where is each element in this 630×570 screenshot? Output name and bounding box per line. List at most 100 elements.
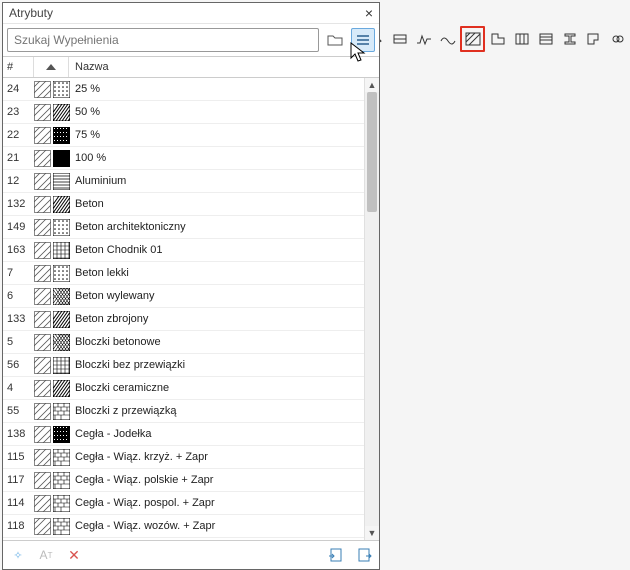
toolbar-btn-ibeam[interactable] bbox=[558, 27, 581, 51]
row-id: 12 bbox=[3, 175, 33, 187]
row-name: Beton architektoniczny bbox=[71, 221, 365, 233]
column-sort[interactable] bbox=[34, 57, 69, 77]
list-item[interactable]: 133 Beton zbrojony bbox=[3, 308, 365, 331]
folder-icon[interactable] bbox=[323, 28, 347, 52]
list-item[interactable]: 118 Cegła - Wiąz. wozów. + Zapr bbox=[3, 515, 365, 538]
scroll-down-icon[interactable]: ▼ bbox=[365, 526, 379, 540]
row-name: Bloczki z przewiązką bbox=[71, 405, 365, 417]
row-id: 133 bbox=[3, 313, 33, 325]
column-header: # Nazwa bbox=[3, 57, 379, 78]
row-name: Beton lekki bbox=[71, 267, 365, 279]
list-item[interactable]: 117 Cegła - Wiąz. polskie + Zapr bbox=[3, 469, 365, 492]
row-id: 114 bbox=[3, 497, 33, 509]
hatch-type-icon bbox=[34, 173, 51, 190]
row-id: 24 bbox=[3, 83, 33, 95]
toolbar-btn-link[interactable] bbox=[606, 27, 629, 51]
toolbar-btn-composite[interactable] bbox=[510, 27, 533, 51]
row-name: Beton zbrojony bbox=[71, 313, 365, 325]
fill-swatch-icon bbox=[53, 518, 70, 535]
row-name: Bloczki ceramiczne bbox=[71, 382, 365, 394]
attributes-panel: Atrybuty × # Nazwa 2425 %2350 %2275 %211… bbox=[2, 2, 380, 570]
list-item[interactable]: 149Beton architektoniczny bbox=[3, 216, 365, 239]
list-item[interactable]: 6Beton wylewany bbox=[3, 285, 365, 308]
list-item[interactable]: 132Beton bbox=[3, 193, 365, 216]
toolbar-btn-hatch[interactable] bbox=[460, 26, 485, 52]
close-icon[interactable]: × bbox=[365, 3, 373, 23]
fill-swatch-icon bbox=[53, 219, 70, 236]
list-item[interactable]: 5Bloczki betonowe bbox=[3, 331, 365, 354]
hatch-type-icon bbox=[34, 219, 51, 236]
hatch-type-icon bbox=[34, 449, 51, 466]
rename-icon[interactable]: AT bbox=[37, 546, 55, 564]
list-item[interactable]: 21100 % bbox=[3, 147, 365, 170]
column-name[interactable]: Nazwa bbox=[69, 57, 379, 77]
scroll-thumb[interactable] bbox=[367, 92, 377, 212]
import-icon[interactable] bbox=[327, 546, 345, 564]
toolbar-btn-pen[interactable] bbox=[388, 27, 411, 51]
delete-icon[interactable]: ✕ bbox=[65, 546, 83, 564]
hatch-type-icon bbox=[34, 311, 51, 328]
fill-swatch-icon bbox=[53, 173, 70, 190]
list-item[interactable]: 141Cegła - Wiązanie flamandzkie - 10.16/… bbox=[3, 538, 365, 540]
column-id[interactable]: # bbox=[3, 57, 34, 77]
row-id: 7 bbox=[3, 267, 33, 279]
list-item[interactable]: 7 Beton lekki bbox=[3, 262, 365, 285]
toolbar-btn-stack[interactable] bbox=[534, 27, 557, 51]
fill-swatch-icon bbox=[53, 127, 70, 144]
search-input[interactable] bbox=[7, 28, 319, 52]
panel-footer: ✧ AT ✕ bbox=[3, 540, 379, 569]
fill-swatch-icon bbox=[53, 357, 70, 374]
hatch-type-icon bbox=[34, 150, 51, 167]
toolbar-btn-wave[interactable] bbox=[436, 27, 459, 51]
panel-title-text: Atrybuty bbox=[9, 3, 53, 23]
list-item[interactable]: 2350 % bbox=[3, 101, 365, 124]
hatch-type-icon bbox=[34, 403, 51, 420]
list-item[interactable]: 12Aluminium bbox=[3, 170, 365, 193]
row-id: 5 bbox=[3, 336, 33, 348]
fill-swatch-icon bbox=[53, 150, 70, 167]
hatch-type-icon bbox=[34, 380, 51, 397]
row-id: 55 bbox=[3, 405, 33, 417]
fill-swatch-icon bbox=[53, 426, 70, 443]
row-name: 25 % bbox=[71, 83, 365, 95]
fill-swatch-icon bbox=[53, 242, 70, 259]
toolbar-btn-layers[interactable] bbox=[412, 27, 435, 51]
list-item[interactable]: 55 Bloczki z przewiązką bbox=[3, 400, 365, 423]
row-id: 117 bbox=[3, 474, 33, 486]
scrollbar[interactable]: ▲ ▼ bbox=[364, 78, 379, 540]
external-toolbar bbox=[338, 24, 630, 54]
row-name: Cegła - Wiąz. pospol. + Zapr bbox=[71, 497, 365, 509]
hatch-type-icon bbox=[34, 196, 51, 213]
row-id: 23 bbox=[3, 106, 33, 118]
toolbar-btn-zone[interactable] bbox=[582, 27, 605, 51]
list-view-icon[interactable] bbox=[351, 28, 375, 52]
hatch-type-icon bbox=[34, 81, 51, 98]
new-icon[interactable]: ✧ bbox=[9, 546, 27, 564]
fill-swatch-icon bbox=[53, 380, 70, 397]
list-item[interactable]: 24 25 % bbox=[3, 78, 365, 101]
list-item[interactable]: 115Cegła - Wiąz. krzyż. + Zapr bbox=[3, 446, 365, 469]
fill-swatch-icon bbox=[53, 472, 70, 489]
hatch-type-icon bbox=[34, 334, 51, 351]
row-id: 22 bbox=[3, 129, 33, 141]
list-item[interactable]: 2275 % bbox=[3, 124, 365, 147]
row-name: Cegła - Jodełka bbox=[71, 428, 365, 440]
toolbar-btn-profile[interactable] bbox=[486, 27, 509, 51]
fill-swatch-icon bbox=[53, 196, 70, 213]
row-name: Cegła - Wiąz. polskie + Zapr bbox=[71, 474, 365, 486]
list-item[interactable]: 4Bloczki ceramiczne bbox=[3, 377, 365, 400]
list-item[interactable]: 114 Cegła - Wiąz. pospol. + Zapr bbox=[3, 492, 365, 515]
row-id: 118 bbox=[3, 520, 33, 532]
list-item[interactable]: 56Bloczki bez przewiązki bbox=[3, 354, 365, 377]
row-name: Cegła - Wiąz. wozów. + Zapr bbox=[71, 520, 365, 532]
scroll-up-icon[interactable]: ▲ bbox=[365, 78, 379, 92]
hatch-type-icon bbox=[34, 288, 51, 305]
export-icon[interactable] bbox=[355, 546, 373, 564]
fill-swatch-icon bbox=[53, 288, 70, 305]
row-name: Beton wylewany bbox=[71, 290, 365, 302]
hatch-type-icon bbox=[34, 357, 51, 374]
list-item[interactable]: 138Cegła - Jodełka bbox=[3, 423, 365, 446]
row-id: 21 bbox=[3, 152, 33, 164]
hatch-type-icon bbox=[34, 472, 51, 489]
list-item[interactable]: 163Beton Chodnik 01 bbox=[3, 239, 365, 262]
